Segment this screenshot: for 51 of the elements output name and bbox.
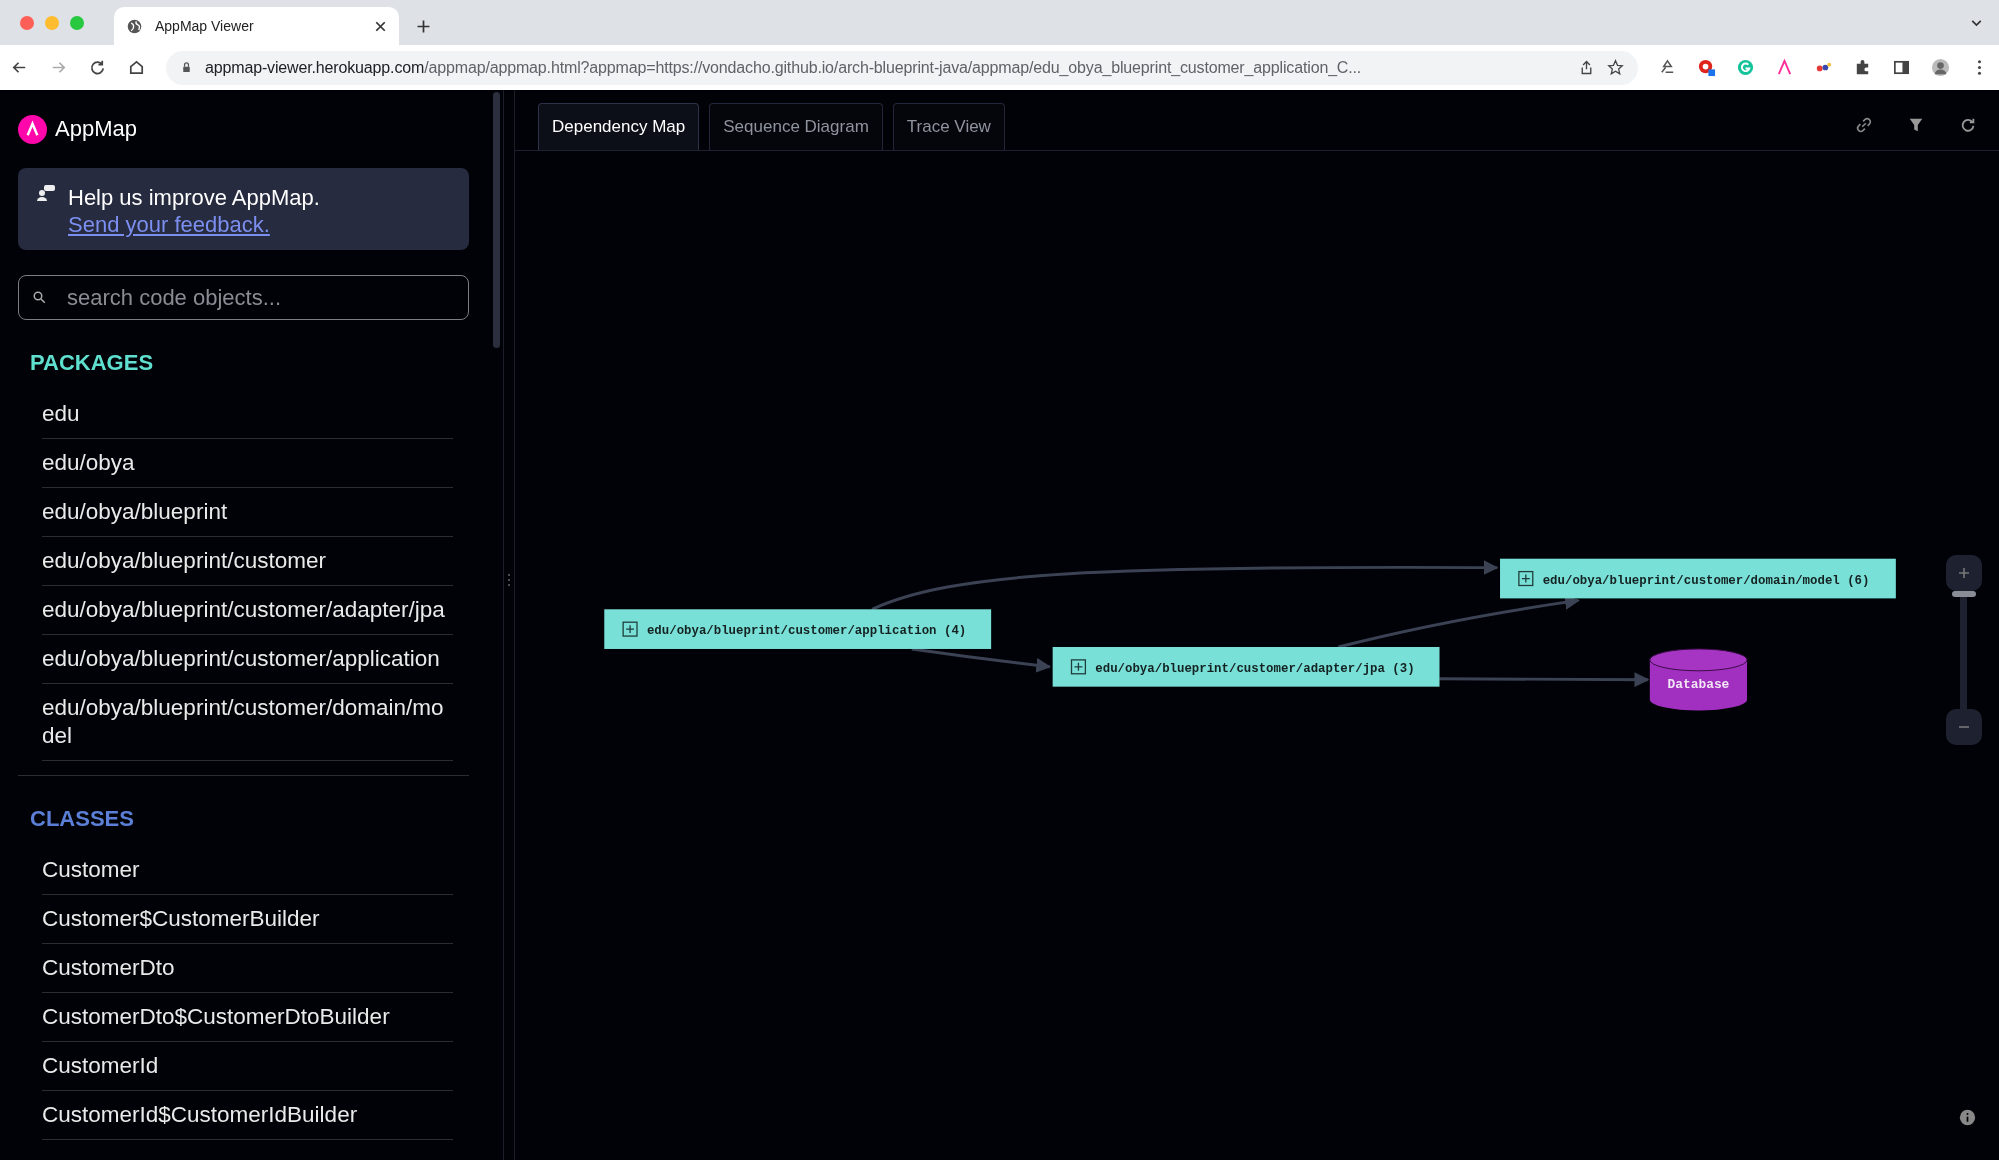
package-item[interactable]: edu/obya/blueprint/customer/domain/model [42, 684, 453, 761]
new-tab-icon[interactable] [415, 18, 432, 35]
view-tab[interactable]: Trace View [892, 103, 1005, 150]
zoom-slider[interactable] [1952, 591, 1976, 709]
link-icon[interactable] [1855, 116, 1873, 134]
class-item[interactable]: CustomerId$CustomerIdBuilder [42, 1091, 453, 1140]
search-field[interactable]: search code objects... [18, 275, 469, 320]
chat-user-icon [36, 184, 56, 202]
star-icon[interactable] [1607, 59, 1624, 76]
feedback-link[interactable]: Send your feedback. [68, 212, 270, 237]
extension-icon[interactable] [1697, 58, 1716, 77]
info-icon[interactable] [1959, 1109, 1976, 1126]
avatar-icon[interactable] [1931, 58, 1950, 77]
plus-icon [1958, 567, 1970, 579]
section-heading: CLASSES [29, 805, 135, 832]
view-tab[interactable]: Sequence Diagram [709, 103, 883, 150]
globe-icon [126, 17, 143, 35]
side-panel-icon[interactable] [1892, 58, 1911, 77]
search-icon [32, 290, 47, 305]
package-item[interactable]: edu [42, 390, 453, 439]
package-node[interactable]: edu/obya/blueprint/customer/application (4) [604, 609, 992, 649]
class-item[interactable]: CustomerDto$CustomerDtoBuilder [42, 993, 453, 1042]
filter-icon[interactable] [1907, 116, 1925, 134]
lock-icon [180, 61, 193, 74]
browser-tab[interactable]: AppMap Viewer [114, 7, 399, 45]
class-item[interactable]: CustomerId [42, 1042, 453, 1091]
extension-icon[interactable] [1775, 58, 1794, 77]
reload-icon[interactable] [88, 58, 107, 77]
package-item[interactable]: edu/obya [42, 439, 453, 488]
view-tab[interactable]: Dependency Map [538, 103, 700, 150]
package-node[interactable]: edu/obya/blueprint/customer/adapter/jpa (3) [1052, 647, 1440, 687]
zoom-slider-thumb[interactable] [1952, 590, 1976, 597]
app-logo-text: AppMap [55, 116, 137, 142]
package-item[interactable]: edu/obya/blueprint/customer [42, 537, 453, 586]
scrollbar[interactable] [493, 92, 500, 348]
package-item[interactable]: edu/obya/blueprint/customer/adapter/jpa [42, 586, 453, 635]
address-bar[interactable]: appmap-viewer.herokuapp.com/appmap/appmap.html?appmap=https://vondacho.github.io/arch-blueprint-java/appmap/edu_obya_blueprint_customer_application_C... [166, 50, 1638, 85]
zoom-in-button[interactable] [1946, 555, 1982, 591]
refresh-icon[interactable] [1959, 116, 1977, 134]
class-item[interactable]: Customer [42, 846, 453, 895]
url-text: appmap-viewer.herokuapp.com/appmap/appmap.html?appmap=https://vondacho.github.io/arch-blueprint-java/appmap/edu_obya_blueprint_customer_application_C... [205, 58, 1363, 77]
class-item[interactable]: CustomerDto [42, 944, 453, 993]
package-item[interactable]: edu/obya/blueprint [42, 488, 453, 537]
logo-icon [18, 114, 47, 144]
resize-handle-icon[interactable] [507, 573, 511, 587]
home-icon[interactable] [127, 58, 146, 77]
section-heading: PACKAGES [29, 349, 155, 376]
feedback-text: Help us improve AppMap. Send your feedback. [68, 184, 321, 238]
class-item[interactable]: Customer$CustomerBuilder [42, 895, 453, 944]
package-node[interactable]: edu/obya/blueprint/customer/domain/model (6) [1500, 558, 1896, 599]
package-item[interactable]: edu/obya/blueprint/customer/application [42, 635, 453, 684]
